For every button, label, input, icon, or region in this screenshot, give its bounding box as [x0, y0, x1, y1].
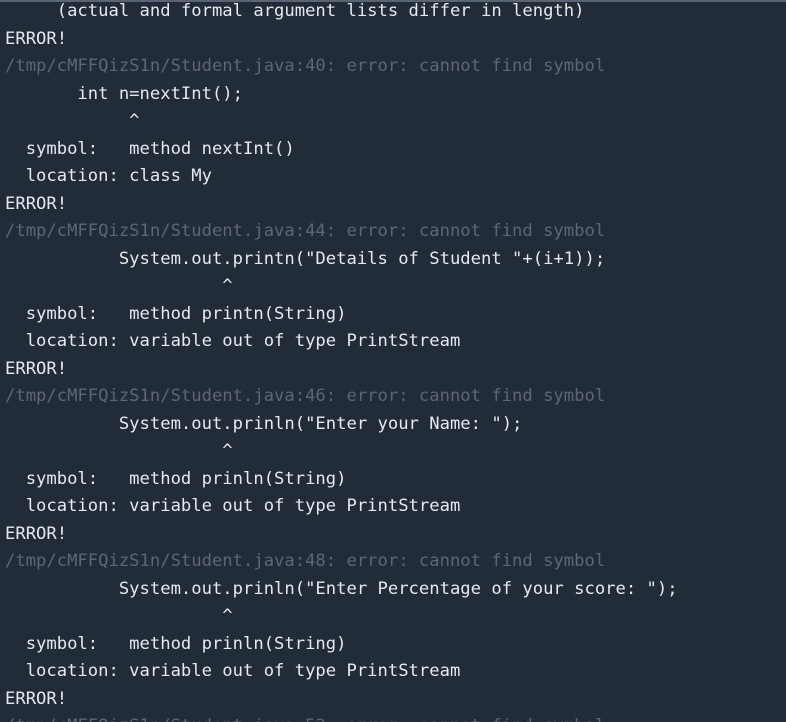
console-line: ^	[5, 606, 233, 626]
console-line: location: variable out of type PrintStre…	[5, 496, 461, 516]
console-error-line: ERROR!	[5, 28, 68, 49]
console-line: ^	[5, 111, 140, 131]
console-line: symbol: method nextInt()	[5, 138, 295, 159]
console-line: ^	[5, 441, 233, 461]
console-output[interactable]: (actual and formal argument lists differ…	[0, 0, 786, 722]
console-line: ^	[5, 276, 233, 296]
console-line: symbol: method prinln(String)	[5, 633, 347, 654]
console-line: System.out.prinln("Enter Percentage of y…	[5, 578, 678, 599]
console-error-line: ERROR!	[5, 688, 68, 709]
console-path-line: /tmp/cMFFQizS1n/Student.java:52: error: …	[5, 713, 605, 722]
console-line: (actual and formal argument lists differ…	[5, 1, 585, 21]
console-path-line: /tmp/cMFFQizS1n/Student.java:46: error: …	[5, 386, 606, 406]
console-line: System.out.printn("Details of Student "+…	[5, 248, 606, 269]
console-error-line: ERROR!	[5, 193, 68, 214]
console-line: location: variable out of type PrintStre…	[5, 661, 461, 681]
console-path-line: /tmp/cMFFQizS1n/Student.java:44: error: …	[5, 221, 606, 241]
console-path-line: /tmp/cMFFQizS1n/Student.java:40: error: …	[5, 56, 606, 76]
console-line: location: variable out of type PrintStre…	[5, 331, 461, 351]
console-path-line: /tmp/cMFFQizS1n/Student.java:48: error: …	[5, 551, 606, 571]
console-line: symbol: method prinln(String)	[5, 468, 347, 489]
console-error-line: ERROR!	[5, 358, 68, 379]
console-line: int n=nextInt();	[5, 83, 243, 104]
console-line: System.out.prinln("Enter your Name: ");	[5, 413, 523, 434]
console-line: location: class My	[5, 166, 212, 186]
console-line: symbol: method printn(String)	[5, 303, 347, 324]
console-error-line: ERROR!	[5, 523, 68, 544]
